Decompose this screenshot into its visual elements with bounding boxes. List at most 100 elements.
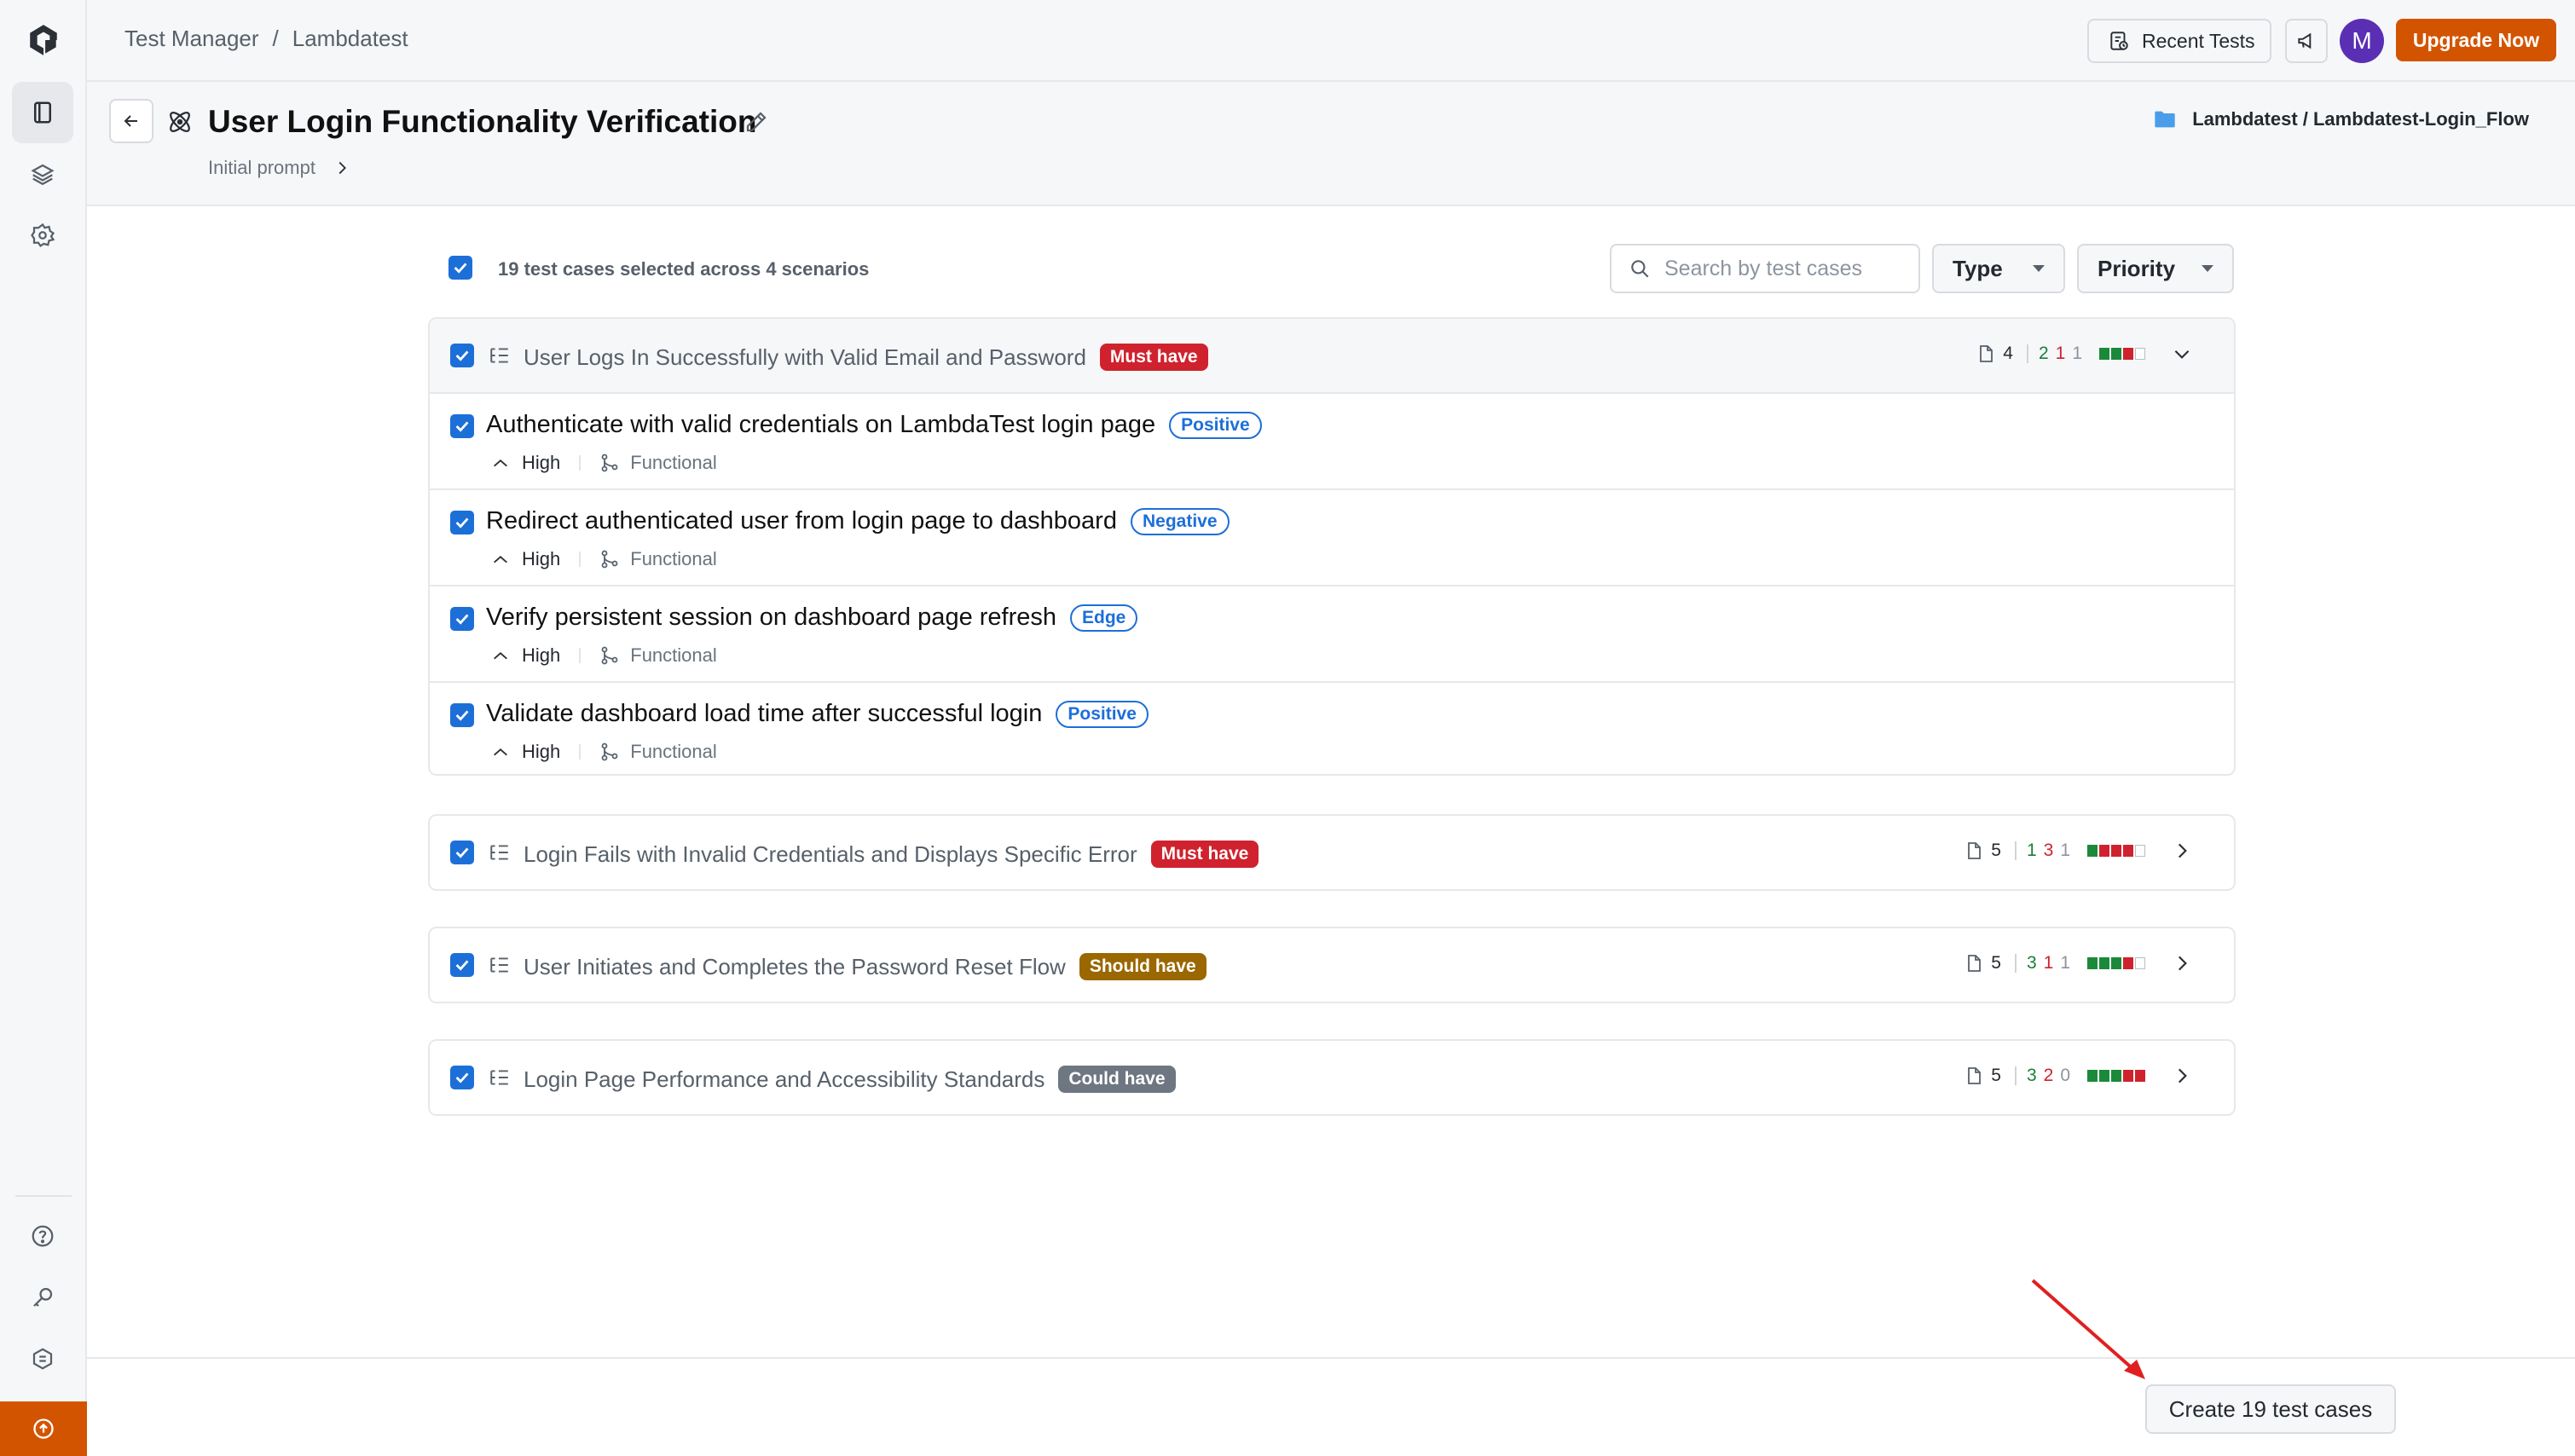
- scenario-header[interactable]: User Logs In Successfully with Valid Ema…: [430, 319, 2234, 392]
- chevron-right-icon[interactable]: [2171, 1065, 2193, 1087]
- test-case-title: Verify persistent session on dashboard p…: [486, 604, 1057, 631]
- app-logo-icon[interactable]: [26, 22, 61, 58]
- chevron-down-icon[interactable]: [2171, 343, 2193, 365]
- positive-count: 2: [2038, 344, 2049, 363]
- page-title: User Login Functionality Verification: [208, 104, 757, 139]
- history-icon: [2110, 32, 2128, 50]
- distribution-bar: [2087, 1070, 2145, 1082]
- type-badge: Positive: [1169, 411, 1262, 439]
- priority-badge: Should have: [1079, 953, 1206, 980]
- type-filter-dropdown[interactable]: Type: [1932, 244, 2065, 293]
- branch-icon: [601, 454, 618, 472]
- case-count: 5: [1991, 1066, 2001, 1085]
- scenario-title: Login Fails with Invalid Credentials and…: [524, 841, 1137, 867]
- test-case-checkbox[interactable]: [450, 703, 474, 727]
- scenario-checkbox[interactable]: [450, 841, 474, 864]
- page-header: User Login Functionality Verification In…: [87, 82, 2575, 206]
- branch-icon: [601, 550, 618, 569]
- test-case-checkbox[interactable]: [450, 414, 474, 438]
- scenario-stats: 5 1 3 1: [1964, 840, 2193, 862]
- breadcrumb-root[interactable]: Test Manager: [124, 26, 259, 52]
- recent-tests-label: Recent Tests: [2142, 29, 2255, 52]
- folder-icon: [2155, 111, 2175, 128]
- scenario-card: User Initiates and Completes the Passwor…: [428, 927, 2236, 1003]
- help-icon[interactable]: [12, 1205, 73, 1267]
- breadcrumb: Test Manager / Lambdatest: [124, 26, 408, 52]
- distribution-bar: [2087, 845, 2145, 857]
- create-test-cases-button[interactable]: Create 19 test cases: [2145, 1384, 2396, 1434]
- scenario-checkbox[interactable]: [450, 344, 474, 367]
- scenario-title: Login Page Performance and Accessibility…: [524, 1066, 1045, 1092]
- scenario-header[interactable]: Login Fails with Invalid Credentials and…: [430, 816, 2234, 889]
- scenario-title: User Initiates and Completes the Passwor…: [524, 953, 1066, 979]
- panel-icon[interactable]: [12, 82, 73, 143]
- back-arrow-icon: [124, 115, 137, 127]
- case-priority: High: [522, 452, 561, 473]
- folder-path[interactable]: Lambdatest / Lambdatest-Login_Flow: [2151, 107, 2529, 131]
- test-case-title: Validate dashboard load time after succe…: [486, 700, 1043, 727]
- chevron-right-icon[interactable]: [2171, 840, 2193, 862]
- annotation-arrow: [2031, 1279, 2145, 1379]
- test-file-icon: [1968, 1067, 1982, 1084]
- caret-down-icon: [2033, 265, 2045, 272]
- edge-count: 1: [2060, 953, 2070, 973]
- initial-prompt-link[interactable]: Initial prompt: [208, 157, 351, 179]
- stats-divider: [2014, 841, 2017, 860]
- case-count: 5: [1991, 953, 2001, 973]
- search-input[interactable]: Search by test cases: [1610, 244, 1920, 293]
- announcements-button[interactable]: [2285, 19, 2328, 63]
- test-case-row[interactable]: Redirect authenticated user from login p…: [430, 488, 2234, 585]
- test-case-row[interactable]: Validate dashboard load time after succe…: [430, 681, 2234, 774]
- back-button[interactable]: [109, 99, 153, 143]
- priority-badge: Must have: [1150, 841, 1259, 868]
- scenario-header[interactable]: User Initiates and Completes the Passwor…: [430, 928, 2234, 1002]
- positive-count: 3: [2026, 953, 2037, 973]
- breadcrumb-separator: /: [272, 26, 279, 51]
- list-icon: [490, 957, 508, 973]
- scenario-stats: 5 3 1 1: [1964, 952, 2193, 974]
- test-case-row[interactable]: Verify persistent session on dashboard p…: [430, 585, 2234, 681]
- type-badge: Edge: [1070, 604, 1138, 632]
- test-case-checkbox[interactable]: [450, 607, 474, 631]
- negative-count: 1: [2055, 344, 2066, 363]
- recent-tests-button[interactable]: Recent Tests: [2087, 19, 2271, 63]
- test-case-row[interactable]: Authenticate with valid credentials on L…: [430, 392, 2234, 488]
- avatar[interactable]: M: [2340, 19, 2384, 63]
- upgrade-icon[interactable]: [0, 1401, 87, 1456]
- scenario-checkbox[interactable]: [450, 1066, 474, 1089]
- list-icon: [490, 348, 508, 363]
- upgrade-now-button[interactable]: Upgrade Now: [2396, 19, 2556, 61]
- chevron-up-icon: [494, 652, 507, 660]
- initial-prompt-label: Initial prompt: [208, 157, 315, 178]
- list-icon: [490, 1070, 508, 1085]
- scenario-card: User Logs In Successfully with Valid Ema…: [428, 317, 2236, 776]
- chevron-up-icon: [494, 459, 507, 467]
- stats-divider: [2014, 954, 2017, 973]
- search-icon: [1631, 260, 1649, 278]
- breadcrumb-current[interactable]: Lambdatest: [292, 26, 408, 52]
- integrations-icon[interactable]: [12, 1328, 73, 1390]
- select-all-checkbox[interactable]: [448, 256, 472, 280]
- type-badge: Negative: [1130, 507, 1230, 535]
- layers-icon[interactable]: [12, 143, 73, 205]
- priority-filter-dropdown[interactable]: Priority: [2077, 244, 2234, 293]
- case-priority: High: [522, 644, 561, 666]
- scenario-checkbox[interactable]: [450, 953, 474, 977]
- key-icon[interactable]: [12, 1267, 73, 1328]
- negative-count: 3: [2043, 841, 2054, 860]
- settings-icon[interactable]: [12, 205, 73, 266]
- negative-count: 1: [2043, 953, 2054, 973]
- case-count: 4: [2003, 344, 2013, 363]
- scenario-card: Login Fails with Invalid Credentials and…: [428, 814, 2236, 891]
- scenario-header[interactable]: Login Page Performance and Accessibility…: [430, 1041, 2234, 1114]
- pencil-icon[interactable]: [744, 109, 769, 135]
- chevron-right-icon[interactable]: [2171, 952, 2193, 974]
- test-case-checkbox[interactable]: [450, 511, 474, 534]
- case-count: 5: [1991, 841, 2001, 860]
- case-category: Functional: [630, 741, 717, 762]
- list-icon: [490, 845, 508, 860]
- type-badge: Positive: [1056, 700, 1149, 728]
- branch-icon: [601, 742, 618, 761]
- scenario-stats: 5 3 2 0: [1964, 1065, 2193, 1087]
- selection-summary: 19 test cases selected across 4 scenario…: [498, 258, 870, 280]
